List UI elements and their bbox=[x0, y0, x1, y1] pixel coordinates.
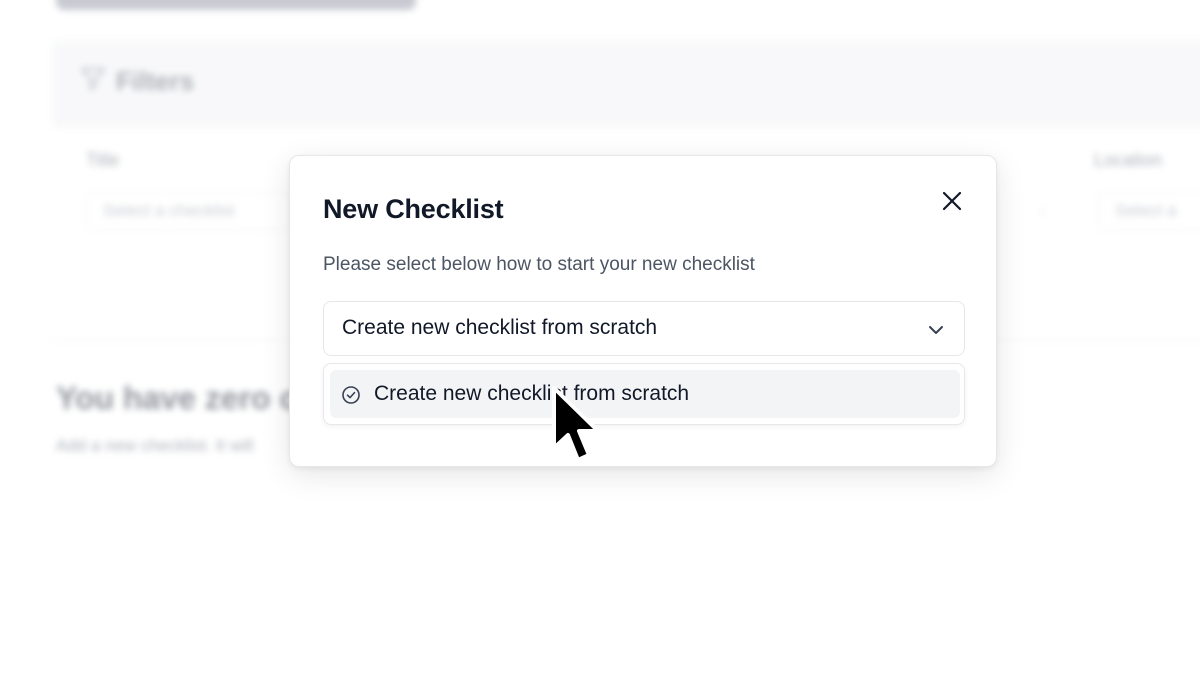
title-filter-select[interactable]: Select a checklist bbox=[86, 192, 292, 230]
check-circle-icon bbox=[342, 386, 360, 404]
location-filter-select[interactable]: Select a bbox=[1098, 192, 1200, 230]
location-filter-label: Location bbox=[1094, 150, 1163, 170]
close-icon bbox=[942, 191, 962, 211]
dropdown-option-from-scratch[interactable]: Create new checklist from scratch bbox=[330, 370, 960, 418]
modal-description: Please select below how to start your ne… bbox=[323, 254, 755, 275]
modal-title: New Checklist bbox=[323, 194, 504, 224]
empty-state-heading: You have zero c bbox=[56, 380, 298, 416]
select-value: Create new checklist from scratch bbox=[342, 316, 658, 339]
select-dropdown: Create new checklist from scratch bbox=[323, 363, 965, 425]
filters-panel bbox=[52, 40, 1200, 128]
chevron-down-icon bbox=[929, 326, 943, 334]
filters-label: Filters bbox=[116, 66, 195, 96]
close-button[interactable] bbox=[935, 184, 969, 218]
new-checklist-modal: New Checklist Please select below how to… bbox=[289, 155, 997, 467]
start-method-select[interactable]: Create new checklist from scratch bbox=[323, 301, 965, 356]
top-bar bbox=[56, 0, 416, 10]
dropdown-option-label: Create new checklist from scratch bbox=[374, 382, 690, 405]
empty-state-subtext: Add a new checklist. It will bbox=[56, 436, 254, 455]
title-filter-label: Title bbox=[86, 150, 120, 170]
filter-icon bbox=[80, 67, 106, 91]
chevron-down-icon: › bbox=[1040, 204, 1044, 218]
page: Filters Title Select a checklist › Locat… bbox=[0, 0, 1200, 675]
